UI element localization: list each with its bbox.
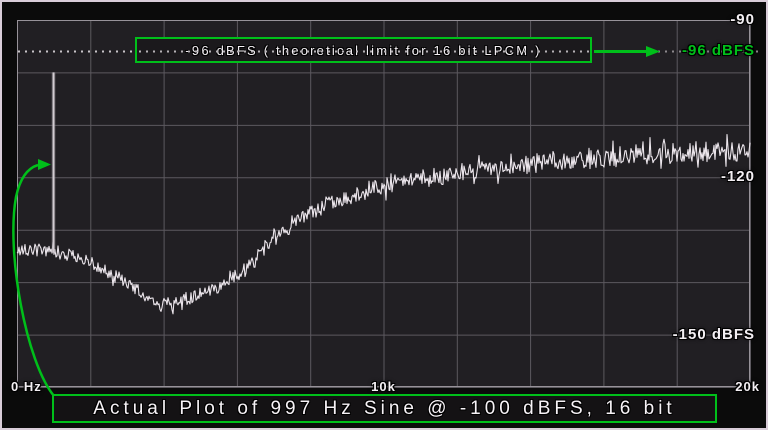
reference-arrow-icon: [594, 46, 660, 57]
plot-background: [17, 20, 750, 387]
x-axis-label-10k: 10k: [371, 379, 396, 394]
spectrum-plot: [2, 2, 768, 430]
y-axis-label-96-dbfs: -96 dBFS: [682, 42, 755, 59]
noise-floor-trace: [17, 135, 750, 314]
plot-border: [18, 21, 750, 387]
chart-title-box: Actual Plot of 997 Hz Sine @ -100 dBFS, …: [52, 394, 717, 423]
annotation-arrows-layer: [2, 2, 768, 430]
spectrum-analyzer-figure: -96 dBFS ( theoretical limit for 16 bit …: [0, 0, 768, 430]
spike-arrow-icon: [13, 159, 54, 396]
grid-lines: [17, 20, 751, 388]
y-axis-label-90: -90: [730, 11, 755, 28]
theoretical-limit-label: -96 dBFS ( theoretical limit for 16 bit …: [185, 43, 541, 58]
theoretical-limit-annotation-box: -96 dBFS ( theoretical limit for 16 bit …: [135, 37, 592, 63]
y-axis-label-150-dbfs: -150 dBFS: [673, 326, 755, 343]
y-axis-label-120: -120: [721, 168, 755, 185]
x-axis-label-0-hz: 0 Hz: [11, 379, 42, 394]
x-axis-label-20k: 20k: [735, 379, 760, 394]
chart-title-label: Actual Plot of 997 Hz Sine @ -100 dBFS, …: [93, 398, 675, 420]
